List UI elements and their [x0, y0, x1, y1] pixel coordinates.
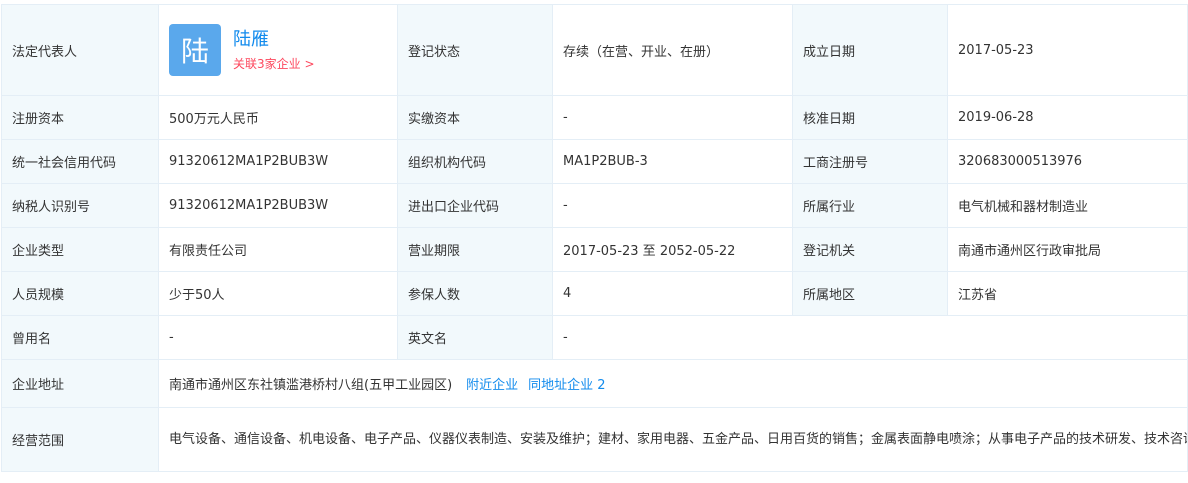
status-value: 存续（在营、开业、在册） [552, 4, 793, 96]
company-type-label: 企业类型 [1, 227, 159, 272]
approved-date-value: 2019-06-28 [947, 95, 1188, 140]
address-label: 企业地址 [1, 359, 159, 408]
founded-label: 成立日期 [792, 4, 948, 96]
english-name-value: - [552, 315, 1188, 360]
row-capital: 注册资本 500万元人民币 实缴资本 - 核准日期 2019-06-28 [1, 95, 1188, 140]
business-scope-label: 经营范围 [1, 407, 159, 472]
reg-no-label: 工商注册号 [792, 139, 948, 184]
company-info-table: 法定代表人 陆 陆雁 关联3家企业 > 登记状态 存续（在营、开业、在册） 成立… [1, 4, 1188, 472]
credit-code-label: 统一社会信用代码 [1, 139, 159, 184]
industry-label: 所属行业 [792, 183, 948, 228]
tax-id-value: 91320612MA1P2BUB3W [158, 183, 398, 228]
row-staff: 人员规模 少于50人 参保人数 4 所属地区 江苏省 [1, 271, 1188, 316]
registered-capital-value: 500万元人民币 [158, 95, 398, 140]
address-value: 南通市通州区东社镇滥港桥村八组(五甲工业园区) [169, 378, 453, 393]
tax-id-label: 纳税人识别号 [1, 183, 159, 228]
row-names: 曾用名 - 英文名 - [1, 315, 1188, 360]
row-address: 企业地址 南通市通州区东社镇滥港桥村八组(五甲工业园区) 附近企业 同地址企业 2 [1, 359, 1188, 408]
nearby-companies-link[interactable]: 附近企业 [466, 378, 518, 393]
former-name-label: 曾用名 [1, 315, 159, 360]
region-value: 江苏省 [947, 271, 1188, 316]
industry-value: 电气机械和器材制造业 [947, 183, 1188, 228]
row-codes: 统一社会信用代码 91320612MA1P2BUB3W 组织机构代码 MA1P2… [1, 139, 1188, 184]
business-term-value: 2017-05-23 至 2052-05-22 [552, 227, 793, 272]
authority-value: 南通市通州区行政审批局 [947, 227, 1188, 272]
legal-rep-avatar[interactable]: 陆 [169, 24, 221, 76]
company-type-value: 有限责任公司 [158, 227, 398, 272]
row-type: 企业类型 有限责任公司 营业期限 2017-05-23 至 2052-05-22… [1, 227, 1188, 272]
english-name-label: 英文名 [397, 315, 553, 360]
business-term-label: 营业期限 [397, 227, 553, 272]
org-code-label: 组织机构代码 [397, 139, 553, 184]
import-export-code-value: - [552, 183, 793, 228]
credit-code-value: 91320612MA1P2BUB3W [158, 139, 398, 184]
approved-date-label: 核准日期 [792, 95, 948, 140]
legal-rep-label: 法定代表人 [1, 4, 159, 96]
same-address-companies-link[interactable]: 同地址企业 2 [528, 378, 605, 393]
former-name-value: - [158, 315, 398, 360]
insured-count-label: 参保人数 [397, 271, 553, 316]
status-label: 登记状态 [397, 4, 553, 96]
legal-rep-name-link[interactable]: 陆雁 [233, 28, 315, 52]
founded-value: 2017-05-23 [947, 4, 1188, 96]
paid-capital-label: 实缴资本 [397, 95, 553, 140]
org-code-value: MA1P2BUB-3 [552, 139, 793, 184]
row-scope: 经营范围 电气设备、通信设备、机电设备、电子产品、仪器仪表制造、安装及维护；建材… [1, 407, 1188, 472]
registered-capital-label: 注册资本 [1, 95, 159, 140]
row-legal-rep: 法定代表人 陆 陆雁 关联3家企业 > 登记状态 存续（在营、开业、在册） 成立… [1, 4, 1188, 96]
staff-size-label: 人员规模 [1, 271, 159, 316]
related-companies-link[interactable]: 关联3家企业 > [233, 55, 315, 73]
staff-size-value: 少于50人 [158, 271, 398, 316]
business-scope-value: 电气设备、通信设备、机电设备、电子产品、仪器仪表制造、安装及维护；建材、家用电器… [158, 407, 1188, 472]
reg-no-value: 320683000513976 [947, 139, 1188, 184]
paid-capital-value: - [552, 95, 793, 140]
legal-rep-cell: 陆 陆雁 关联3家企业 > [158, 4, 398, 96]
region-label: 所属地区 [792, 271, 948, 316]
insured-count-value: 4 [552, 271, 793, 316]
authority-label: 登记机关 [792, 227, 948, 272]
address-cell: 南通市通州区东社镇滥港桥村八组(五甲工业园区) 附近企业 同地址企业 2 [158, 359, 1188, 408]
row-tax: 纳税人识别号 91320612MA1P2BUB3W 进出口企业代码 - 所属行业… [1, 183, 1188, 228]
import-export-code-label: 进出口企业代码 [397, 183, 553, 228]
